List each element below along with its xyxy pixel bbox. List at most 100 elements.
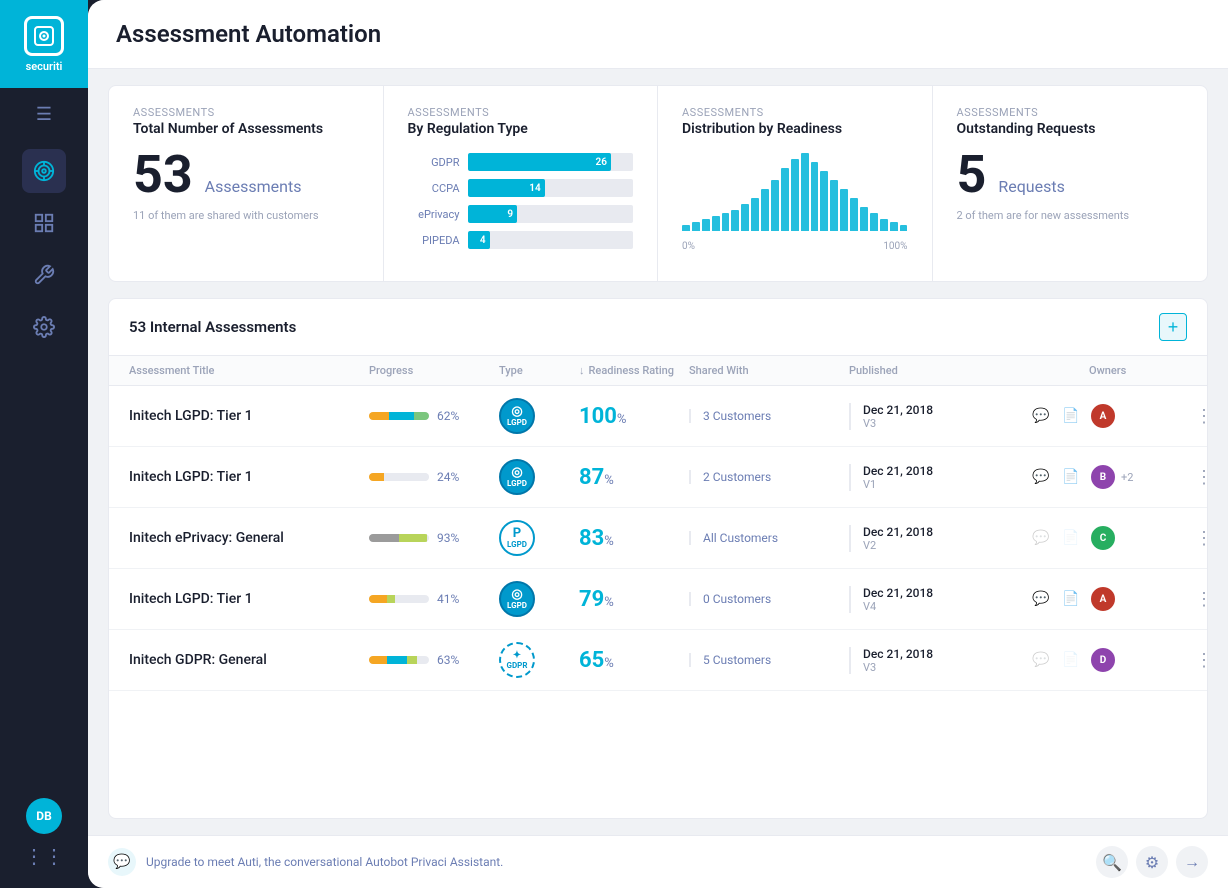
bottom-bar: 💬 Upgrade to meet Auti, the conversation… xyxy=(88,835,1228,888)
filter-button[interactable]: ⚙ xyxy=(1136,846,1168,878)
progress-segment xyxy=(369,473,384,481)
stat-reg-title: By Regulation Type xyxy=(408,121,634,137)
stat-by-regulation: Assessments By Regulation Type GDPR 26 C… xyxy=(384,86,659,281)
stat-total-sub: 11 of them are shared with customers xyxy=(133,209,359,222)
table-row: Initech GDPR: General 63% ✦ GDPR 65% 5 C… xyxy=(109,630,1207,691)
owners-cell: B+2 xyxy=(1089,463,1189,491)
stat-reg-label: Assessments xyxy=(408,106,634,119)
col-header-more xyxy=(1189,364,1208,377)
readiness-cell: 87% xyxy=(579,465,689,490)
col-header-actions xyxy=(1029,364,1089,377)
table-row: Initech ePrivacy: General 93% P LGPD 83%… xyxy=(109,508,1207,569)
more-options-button[interactable]: ⋮ xyxy=(1189,650,1207,671)
progress-segment xyxy=(369,656,387,664)
dist-bar xyxy=(850,198,858,231)
action-icons: 💬📄 xyxy=(1029,404,1089,428)
stat-outstanding: Assessments Outstanding Requests 5 Reque… xyxy=(933,86,1208,281)
more-options-button[interactable]: ⋮ xyxy=(1189,589,1207,610)
type-cell: ◎ LGPD xyxy=(499,459,579,495)
assessment-name[interactable]: Initech LGPD: Tier 1 xyxy=(129,591,369,607)
owners-cell: C xyxy=(1089,524,1189,552)
chat-icon-blue[interactable]: 💬 xyxy=(1029,587,1053,611)
table-title: 53 Internal Assessments xyxy=(129,318,296,336)
assessments-table-section: 53 Internal Assessments + Assessment Tit… xyxy=(108,298,1208,819)
more-options-button[interactable]: ⋮ xyxy=(1189,528,1207,549)
logo-area: securiti xyxy=(0,0,88,88)
shared-with-cell: 5 Customers xyxy=(689,653,849,667)
owner-avatar: B xyxy=(1089,463,1117,491)
chat-icon-red[interactable]: 💬 xyxy=(1029,465,1053,489)
shared-with-cell: 0 Customers xyxy=(689,592,849,606)
shared-with-text: 3 Customers xyxy=(703,409,771,423)
sidebar-item-settings[interactable] xyxy=(22,305,66,349)
col-header-name: Assessment Title xyxy=(129,364,369,377)
progress-cell: 24% xyxy=(369,470,499,484)
dist-bar xyxy=(860,207,868,231)
readiness-number: 87 xyxy=(579,465,604,490)
readiness-number: 79 xyxy=(579,587,604,612)
bar-track: 4 xyxy=(468,231,634,249)
sidebar-item-radar[interactable] xyxy=(22,149,66,193)
col-header-readiness[interactable]: ↓ Readiness Rating xyxy=(579,364,689,377)
readiness-sym: % xyxy=(604,595,614,610)
published-cell: Dec 21, 2018 V2 xyxy=(849,525,1029,552)
col-header-progress: Progress xyxy=(369,364,499,377)
more-options-icon[interactable]: ⋮⋮ xyxy=(24,844,64,868)
progress-cell: 93% xyxy=(369,531,499,545)
owner-avatar: C xyxy=(1089,524,1117,552)
table-body: Initech LGPD: Tier 1 62% ◎ LGPD 100% 3 C… xyxy=(109,386,1207,818)
bar-track: 14 xyxy=(468,179,634,197)
dist-bar xyxy=(900,225,908,231)
dist-bar xyxy=(791,159,799,231)
readiness-number: 100 xyxy=(579,404,617,429)
chat-icon-blue[interactable]: 💬 xyxy=(1029,404,1053,428)
assessment-name[interactable]: Initech LGPD: Tier 1 xyxy=(129,469,369,485)
sidebar-item-grid[interactable] xyxy=(22,201,66,245)
table-row: Initech LGPD: Tier 1 41% ◎ LGPD 79% 0 Cu… xyxy=(109,569,1207,630)
stats-row: Assessments Total Number of Assessments … xyxy=(108,85,1208,282)
dist-bar xyxy=(771,180,779,231)
progress-bar xyxy=(369,534,429,542)
dist-axis-start: 0% xyxy=(682,241,695,252)
assessment-name[interactable]: Initech LGPD: Tier 1 xyxy=(129,408,369,424)
action-icons: 💬📄 xyxy=(1029,587,1089,611)
owner-avatar: D xyxy=(1089,646,1117,674)
nav-icons xyxy=(22,149,66,798)
more-options-button[interactable]: ⋮ xyxy=(1189,406,1207,427)
owners-cell: A xyxy=(1089,402,1189,430)
owner-avatar: A xyxy=(1089,585,1117,613)
readiness-number: 65 xyxy=(579,648,604,673)
progress-bar xyxy=(369,656,429,664)
regulation-bar-row: CCPA 14 xyxy=(408,179,634,197)
type-cell: ✦ GDPR xyxy=(499,642,579,678)
stat-out-title: Outstanding Requests xyxy=(957,121,1184,137)
dist-bar xyxy=(820,171,828,231)
more-options-button[interactable]: ⋮ xyxy=(1189,467,1207,488)
readiness-cell: 79% xyxy=(579,587,689,612)
shared-with-cell: 3 Customers xyxy=(689,409,849,423)
dist-axis: 0% 100% xyxy=(682,241,908,252)
published-cell: Dec 21, 2018 V1 xyxy=(849,464,1029,491)
bar-track: 26 xyxy=(468,153,634,171)
type-badge-lgpd-p: P LGPD xyxy=(499,520,535,556)
bar-value: 26 xyxy=(595,157,606,168)
search-button[interactable]: 🔍 xyxy=(1096,846,1128,878)
bottom-actions: 🔍 ⚙ → xyxy=(1096,846,1208,878)
document-icon[interactable]: 📄 xyxy=(1059,465,1083,489)
progress-segment xyxy=(369,595,387,603)
add-assessment-button[interactable]: + xyxy=(1159,313,1187,341)
hamburger-btn[interactable]: ☰ xyxy=(0,88,88,141)
assessment-name[interactable]: Initech GDPR: General xyxy=(129,652,369,668)
readiness-sym: % xyxy=(604,473,614,488)
page-title: Assessment Automation xyxy=(116,20,1200,48)
user-avatar[interactable]: DB xyxy=(26,798,62,834)
shared-with-text: 2 Customers xyxy=(703,470,771,484)
document-icon[interactable]: 📄 xyxy=(1059,404,1083,428)
sidebar-item-tools[interactable] xyxy=(22,253,66,297)
col-header-type: Type xyxy=(499,364,579,377)
assessment-name[interactable]: Initech ePrivacy: General xyxy=(129,530,369,546)
chat-icon-empty: 💬 xyxy=(1029,526,1053,550)
expand-button[interactable]: → xyxy=(1176,846,1208,878)
stat-out-sub: 2 of them are for new assessments xyxy=(957,209,1184,222)
document-icon[interactable]: 📄 xyxy=(1059,587,1083,611)
